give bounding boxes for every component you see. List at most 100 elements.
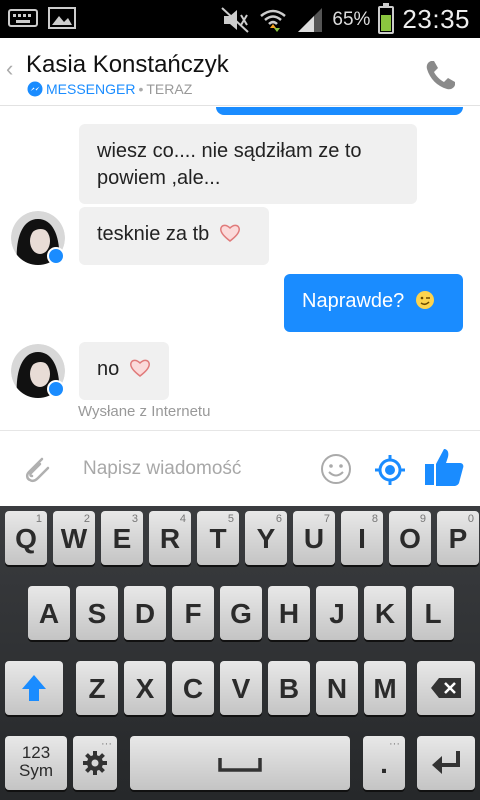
keyboard-icon — [8, 9, 38, 27]
key-o[interactable]: O9 — [389, 511, 431, 565]
key-label: M — [373, 673, 397, 704]
space-key[interactable] — [130, 736, 350, 790]
key-secondary-label: 4 — [179, 513, 186, 525]
key-r[interactable]: R4 — [149, 511, 191, 565]
back-chevron-icon[interactable]: ‹ — [6, 56, 13, 82]
messenger-label: MESSENGER — [46, 81, 136, 97]
key-label: H — [278, 598, 300, 629]
key-l[interactable]: L — [412, 586, 454, 640]
messenger-badge-icon — [47, 380, 65, 398]
key-b[interactable]: B — [268, 661, 310, 715]
key-label: Q — [15, 523, 37, 554]
key-label: N — [326, 673, 348, 704]
incoming-message-bubble[interactable]: no — [79, 342, 169, 400]
status-bar: 65% 23:35 — [0, 0, 480, 38]
shift-arrow-icon — [22, 675, 46, 701]
message-list[interactable]: wiesz co.... nie sądziłam ze to powiem ,… — [0, 107, 480, 430]
key-n[interactable]: N — [316, 661, 358, 715]
symbols-key[interactable]: 123 Sym — [5, 736, 67, 790]
enter-return-icon — [432, 751, 460, 774]
emoji-smiley-icon[interactable] — [320, 453, 352, 485]
key-label: S — [87, 598, 107, 629]
key-x[interactable]: X — [124, 661, 166, 715]
key-m[interactable]: M — [364, 661, 406, 715]
key-label: C — [182, 673, 204, 704]
key-label: W — [60, 523, 88, 554]
key-p[interactable]: P0 — [437, 511, 479, 565]
key-k[interactable]: K — [364, 586, 406, 640]
shift-key[interactable] — [5, 661, 63, 715]
enter-key[interactable] — [417, 736, 475, 790]
key-label: T — [209, 523, 227, 554]
key-label: U — [303, 523, 325, 554]
period-key[interactable]: . ··· — [363, 736, 405, 790]
messenger-badge-icon — [47, 247, 65, 265]
contact-name[interactable]: Kasia Konstańczyk — [26, 51, 229, 79]
key-secondary-label: 2 — [83, 513, 90, 525]
key-label: . — [380, 748, 388, 779]
messenger-icon — [27, 81, 43, 97]
last-active-label: TERAZ — [146, 81, 193, 97]
attachment-paperclip-icon[interactable] — [18, 451, 54, 487]
key-label: L — [424, 598, 442, 629]
key-a[interactable]: A — [28, 586, 70, 640]
separator-dot: • — [138, 81, 144, 97]
key-e[interactable]: E3 — [101, 511, 143, 565]
settings-key[interactable]: ··· — [73, 736, 117, 790]
heart-emoji-icon — [219, 224, 240, 242]
key-label: Y — [256, 523, 276, 554]
incoming-message-bubble[interactable]: tesknie za tb — [79, 207, 269, 265]
mute-icon — [221, 6, 250, 33]
key-secondary-label: 5 — [227, 513, 234, 525]
message-text-line: powiem ,ale... — [97, 167, 221, 189]
key-s[interactable]: S — [76, 586, 118, 640]
key-h[interactable]: H — [268, 586, 310, 640]
key-label: K — [374, 598, 396, 629]
key-v[interactable]: V — [220, 661, 262, 715]
sent-via-label: Wysłane z Internetu — [78, 403, 211, 420]
key-q[interactable]: Q1 — [5, 511, 47, 565]
key-f[interactable]: F — [172, 586, 214, 640]
message-text: tesknie za tb — [97, 223, 210, 245]
backspace-icon — [431, 678, 461, 698]
key-label: P — [448, 523, 468, 554]
key-u[interactable]: U7 — [293, 511, 335, 565]
key-label: I — [358, 523, 366, 554]
location-target-icon[interactable] — [373, 453, 407, 487]
settings-gear-icon — [83, 751, 107, 775]
wifi-icon — [260, 9, 287, 32]
battery-icon — [378, 2, 395, 34]
key-d[interactable]: D — [124, 586, 166, 640]
presence-line: MESSENGER • TERAZ — [27, 81, 192, 97]
message-composer: Napisz wiadomość — [0, 430, 480, 506]
symbols-key-label: 123 Sym — [19, 743, 53, 780]
key-y[interactable]: Y6 — [245, 511, 287, 565]
key-t[interactable]: T5 — [197, 511, 239, 565]
key-label: O — [399, 523, 421, 554]
key-j[interactable]: J — [316, 586, 358, 640]
message-input[interactable]: Napisz wiadomość — [83, 458, 241, 480]
backspace-key[interactable] — [417, 661, 475, 715]
key-w[interactable]: W2 — [53, 511, 95, 565]
key-secondary-label: 1 — [35, 513, 42, 525]
key-secondary-label: ··· — [389, 738, 400, 750]
key-z[interactable]: Z — [76, 661, 118, 715]
key-label: Z — [88, 673, 106, 704]
key-secondary-label: 7 — [323, 513, 330, 525]
key-c[interactable]: C — [172, 661, 214, 715]
outgoing-message-bubble[interactable]: Naprawde? — [284, 274, 463, 332]
incoming-message-bubble[interactable]: wiesz co.... nie sądziłam ze to powiem ,… — [79, 124, 417, 204]
key-g[interactable]: G — [220, 586, 262, 640]
phone-call-icon[interactable] — [424, 58, 458, 92]
key-label: V — [231, 673, 251, 704]
previous-outgoing-bubble — [216, 107, 463, 115]
key-secondary-label: 6 — [275, 513, 282, 525]
like-thumbs-up-icon[interactable] — [422, 445, 466, 489]
key-label: B — [278, 673, 300, 704]
signal-icon — [298, 7, 323, 32]
key-i[interactable]: I8 — [341, 511, 383, 565]
key-secondary-label: 8 — [371, 513, 378, 525]
conversation-header: ‹ Kasia Konstańczyk MESSENGER • TERAZ — [0, 38, 480, 106]
battery-percent: 65% — [332, 8, 371, 30]
clock: 23:35 — [402, 4, 470, 34]
